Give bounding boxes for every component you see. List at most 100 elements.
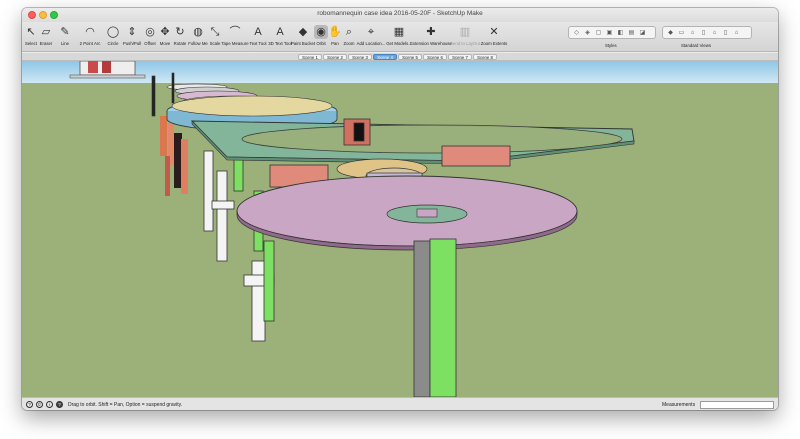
tool-line[interactable]: ✎ Line bbox=[54, 22, 76, 52]
tool-label: Tape Measure bbox=[221, 41, 249, 46]
circle-icon: ◯ bbox=[106, 26, 120, 38]
text-icon: A bbox=[254, 26, 262, 38]
tool-scale[interactable]: ⤡ Scale bbox=[208, 22, 222, 52]
status-hint: Drag to orbit. Shift = Pan, Option = sus… bbox=[68, 402, 183, 408]
scene-tabs-bar: Scene 1 Scene 2 Scene 3 Scene 4 Scene 5 Scene… bbox=[22, 53, 778, 61]
instructor-icon[interactable]: ? bbox=[56, 401, 63, 408]
tool-label: Pan bbox=[331, 41, 339, 46]
pencil-icon: ✎ bbox=[60, 26, 70, 38]
credits-icon[interactable]: © bbox=[36, 401, 43, 408]
user-account-icon[interactable]: i bbox=[46, 401, 53, 408]
scale-icon: ⤡ bbox=[210, 26, 220, 38]
tool-3dtext[interactable]: A 3D Text Tool bbox=[268, 22, 292, 52]
tool-label: Circle bbox=[107, 41, 119, 46]
scene-tab-2[interactable]: Scene 2 bbox=[323, 54, 347, 60]
shaded-textures-style-icon[interactable]: ▤ bbox=[627, 29, 636, 37]
paint-bucket-icon: ◆ bbox=[298, 26, 308, 38]
tool-label: Follow Me bbox=[188, 41, 208, 46]
right-view-icon[interactable]: ▯ bbox=[699, 29, 708, 37]
tool-circle[interactable]: ◯ Circle bbox=[104, 22, 122, 52]
layout-icon: ▥ bbox=[459, 26, 471, 38]
tool-label: Rotate bbox=[173, 41, 187, 46]
tool-get_models[interactable]: ▦ Get Models... bbox=[386, 22, 412, 52]
standard-views-group: ◆ ▭ ⌂ ▯ ⌂ ▯ ⌂ bbox=[662, 26, 752, 39]
hand-icon: ✋ bbox=[328, 26, 342, 38]
tool-paintbucket[interactable]: ◆ Paint Bucket bbox=[291, 22, 315, 52]
3d-text-icon: A bbox=[276, 26, 284, 38]
iso-view-icon[interactable]: ◆ bbox=[666, 29, 675, 37]
tool-arc[interactable]: ◠ 2 Point Arc bbox=[76, 22, 104, 52]
tool-label: Send to LayOut bbox=[450, 41, 480, 46]
wireframe-style-icon[interactable]: ▢ bbox=[594, 29, 603, 37]
arrow-pointer-icon: ↖ bbox=[26, 26, 36, 38]
measurements-label: Measurements bbox=[662, 402, 696, 408]
tool-label: Add Location... bbox=[356, 41, 386, 46]
tool-label: Get Models... bbox=[386, 41, 412, 46]
scene-tab-5[interactable]: Scene 5 bbox=[398, 54, 422, 60]
tool-followme[interactable]: ◍ Follow Me bbox=[188, 22, 208, 52]
back-edges-style-icon[interactable]: ◈ bbox=[583, 29, 592, 37]
tool-offset[interactable]: ◎ Offset bbox=[142, 22, 158, 52]
tool-label: Select bbox=[25, 41, 37, 46]
shaded-style-icon[interactable]: ◧ bbox=[616, 29, 625, 37]
follow-me-icon: ◍ bbox=[193, 26, 203, 38]
tool-label: Offset bbox=[144, 41, 156, 46]
tool-eraser[interactable]: ▱ Eraser bbox=[38, 22, 54, 52]
scene-tab-8[interactable]: Scene 8 bbox=[473, 54, 497, 60]
tool-label: Orbit bbox=[316, 41, 326, 46]
tool-label: Eraser bbox=[39, 41, 53, 46]
tool-label: Zoom bbox=[343, 41, 355, 46]
model-viewport[interactable] bbox=[22, 61, 778, 397]
tool-label: Text Tool bbox=[249, 41, 267, 46]
tool-zoom[interactable]: ⌕ Zoom bbox=[342, 22, 356, 52]
back-view-icon[interactable]: ⌂ bbox=[710, 29, 719, 37]
tool-text[interactable]: A Text Tool bbox=[248, 22, 268, 52]
tool-send_layout[interactable]: ▥ Send to LayOut bbox=[450, 22, 480, 52]
bottom-view-icon[interactable]: ⌂ bbox=[732, 29, 741, 37]
tool-label: 3D Text Tool bbox=[268, 41, 292, 46]
tool-move[interactable]: ✥ Move bbox=[158, 22, 172, 52]
geolocation-icon[interactable]: ? bbox=[26, 401, 33, 408]
left-view-icon[interactable]: ▯ bbox=[721, 29, 730, 37]
scene-tab-3[interactable]: Scene 3 bbox=[348, 54, 372, 60]
scene-tab-1[interactable]: Scene 1 bbox=[298, 54, 322, 60]
tool-zoom_extents[interactable]: ✕ Zoom Extents bbox=[480, 22, 508, 52]
xray-style-icon[interactable]: ◇ bbox=[572, 29, 581, 37]
window-title: robomannequin case idea 2016-05-20F - Sk… bbox=[317, 10, 483, 17]
rotate-icon: ↻ bbox=[175, 26, 185, 38]
arc-icon: ◠ bbox=[85, 26, 95, 38]
model-canvas[interactable] bbox=[22, 61, 778, 397]
tool-pan[interactable]: ✋ Pan bbox=[328, 22, 342, 52]
standard-views-label: Standard Views bbox=[681, 43, 712, 48]
scene-tab-7[interactable]: Scene 7 bbox=[448, 54, 472, 60]
app-window: robomannequin case idea 2016-05-20F - Sk… bbox=[22, 8, 778, 410]
hidden-line-style-icon[interactable]: ▣ bbox=[605, 29, 614, 37]
scene-tab-4[interactable]: Scene 4 bbox=[373, 54, 397, 60]
tape-measure-icon: ⌒ bbox=[229, 26, 241, 38]
tool-label: Move bbox=[159, 41, 171, 46]
eraser-icon: ▱ bbox=[41, 26, 51, 38]
center-green-pole bbox=[413, 238, 457, 397]
tool-tapemeasure[interactable]: ⌒ Tape Measure bbox=[221, 22, 249, 52]
zoom-extents-icon: ✕ bbox=[489, 26, 499, 38]
orbit-icon: ◉ bbox=[314, 25, 328, 39]
tool-addlocation[interactable]: ⌖ Add Location... bbox=[356, 22, 386, 52]
tool-ext_warehouse[interactable]: ✚ Extension Warehouse bbox=[410, 22, 452, 52]
move-arrows-icon: ✥ bbox=[160, 26, 170, 38]
front-view-icon[interactable]: ⌂ bbox=[688, 29, 697, 37]
measurements-input[interactable] bbox=[700, 400, 774, 409]
far-mannequin-unit bbox=[69, 61, 146, 79]
warehouse-icon: ▦ bbox=[393, 26, 405, 38]
scene-tab-6[interactable]: Scene 6 bbox=[423, 54, 447, 60]
tool-pushpull[interactable]: ⇕ Push/Pull bbox=[122, 22, 142, 52]
tool-label: Scale bbox=[209, 41, 221, 46]
main-toolbar: ◇ ◈ ▢ ▣ ◧ ▤ ◪ Styles ◆ ▭ ⌂ ▯ ⌂ ▯ ⌂ Stand… bbox=[22, 22, 778, 52]
tool-label: Zoom Extents bbox=[480, 41, 508, 46]
tool-select[interactable]: ↖ Select bbox=[24, 22, 38, 52]
monochrome-style-icon[interactable]: ◪ bbox=[638, 29, 647, 37]
top-view-icon[interactable]: ▭ bbox=[677, 29, 686, 37]
styles-label: Styles bbox=[605, 43, 617, 48]
tool-orbit[interactable]: ◉ Orbit bbox=[314, 22, 328, 52]
push-pull-icon: ⇕ bbox=[127, 26, 137, 38]
tool-rotate[interactable]: ↻ Rotate bbox=[172, 22, 188, 52]
